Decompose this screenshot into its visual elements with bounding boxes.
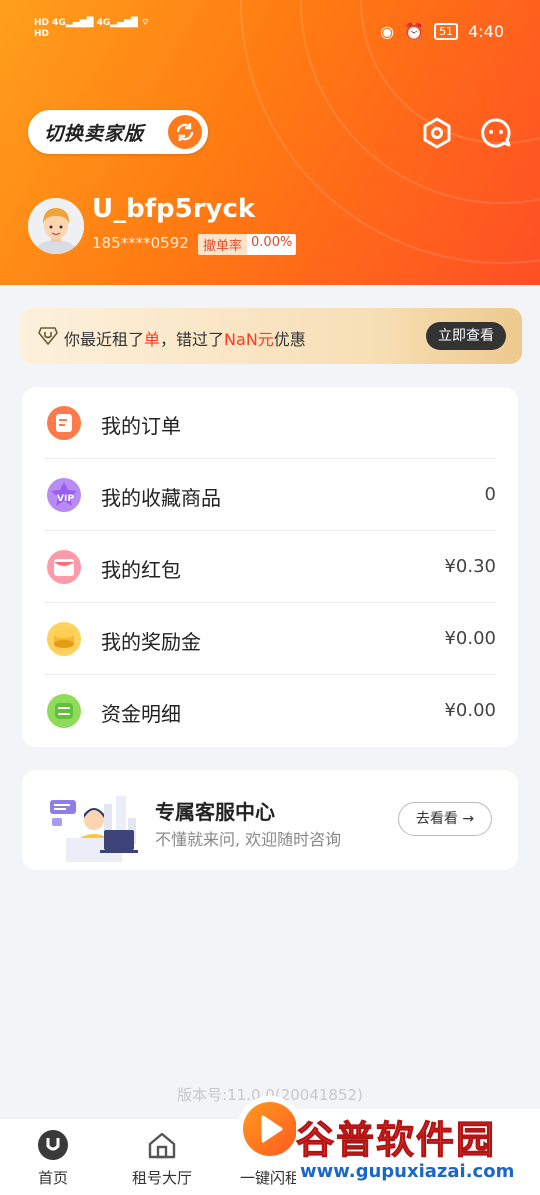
diamond-u-icon [38,327,58,349]
funds-list-icon [46,693,82,729]
hd-tag: HD [34,29,50,39]
menu-value: 0 [484,484,496,505]
menu-card: 我的订单 VIP 我的收藏商品 0 我的红包 ¥0.30 我的奖励金 ¥0.00… [22,387,518,747]
watermark-url: www.gupuxiazai.com [300,1161,515,1182]
status-bar: HD 4G▂▄▆█ 4G▂▄▆█ ⌔ HD ◉ ⏰ 51 4:40 [0,0,540,64]
promo-text-part: 你最近租了 [64,330,145,349]
service-subtitle: 不懂就来问, 欢迎随时咨询 [155,830,342,849]
hd-tag: HD [34,18,50,28]
switch-seller-button[interactable]: 切换卖家版 [28,110,208,154]
arrow-right-icon: → [462,811,475,827]
settings-hexagon-icon[interactable] [420,116,454,150]
menu-value: ¥0.00 [444,700,496,721]
home-u-icon [37,1129,69,1161]
order-icon [46,405,82,441]
clock: 4:40 [468,22,504,41]
promo-text: 你最近租了单，错过了NaN元优惠 [64,326,306,350]
view-now-button[interactable]: 立即查看 [426,322,506,350]
go-see-button[interactable]: 去看看 → [398,802,492,836]
promo-highlight: NaN元 [224,330,274,349]
alarm-icon: ⏰ [404,22,425,41]
cancel-rate-value: 0.00% [247,234,297,255]
go-see-label: 去看看 [415,811,458,827]
status-right: ◉ ⏰ 51 4:40 [380,22,504,41]
vip-star-icon: VIP [46,477,82,513]
status-left: HD 4G▂▄▆█ 4G▂▄▆█ ⌔ HD [34,18,150,39]
battery-icon: 51 [434,23,459,40]
menu-item-red-packet[interactable]: 我的红包 ¥0.30 [22,531,518,603]
message-icon[interactable] [479,116,513,150]
menu-item-orders[interactable]: 我的订单 [22,387,518,459]
promo-text-part: 优惠 [273,330,306,349]
promo-text-part: ，错过了 [160,330,225,349]
house-icon [146,1129,178,1161]
play-icon [243,1102,297,1156]
network-label: 4G [96,18,111,28]
promo-banner[interactable]: 你最近租了单，错过了NaN元优惠 立即查看 [20,308,522,364]
switch-seller-label: 切换卖家版 [44,122,145,145]
menu-value: ¥0.30 [444,556,496,577]
profile-header: HD 4G▂▄▆█ 4G▂▄▆█ ⌔ HD ◉ ⏰ 51 4:40 切换卖家版 … [0,0,540,285]
phone-number: 185****0592 [92,234,189,252]
watermark-title: 谷普软件园 [295,1118,497,1163]
customer-service-card[interactable]: 专属客服中心 不懂就来问, 欢迎随时咨询 去看看 → [22,770,518,870]
menu-value: ¥0.00 [444,628,496,649]
cancel-rate-badge: 撤单率 0.00% [198,234,297,255]
tab-rental-hall[interactable]: 租号大厅 [117,1119,207,1195]
tab-label: 首页 [37,1169,68,1187]
menu-item-funds[interactable]: 资金明细 ¥0.00 [22,675,518,747]
promo-highlight: 单 [144,330,161,349]
tab-home[interactable]: 首页 [8,1119,98,1195]
refresh-icon [168,115,202,149]
coin-stack-icon [46,621,82,657]
network-label: 4G [52,18,66,28]
cancel-rate-label: 撤单率 [198,234,248,255]
menu-label: 我的奖励金 [101,630,201,654]
eye-icon: ◉ [380,22,395,41]
menu-label: 我的收藏商品 [101,486,221,510]
menu-item-favorites[interactable]: VIP 我的收藏商品 0 [22,459,518,531]
flash-rent-button[interactable] [237,1096,303,1162]
menu-label: 我的订单 [101,414,181,438]
menu-label: 资金明细 [101,702,181,726]
username: U_bfp5ryck [92,194,256,224]
red-packet-icon [46,549,82,585]
avatar[interactable] [28,198,84,254]
menu-label: 我的红包 [101,558,181,582]
service-title: 专属客服中心 [155,800,275,824]
customer-service-illustration [44,778,144,870]
tab-label: 租号大厅 [131,1169,192,1187]
menu-item-bonus[interactable]: 我的奖励金 ¥0.00 [22,603,518,675]
site-watermark: 谷普软件园 www.gupuxiazai.com [295,1109,540,1194]
svg-text:VIP: VIP [57,494,74,504]
